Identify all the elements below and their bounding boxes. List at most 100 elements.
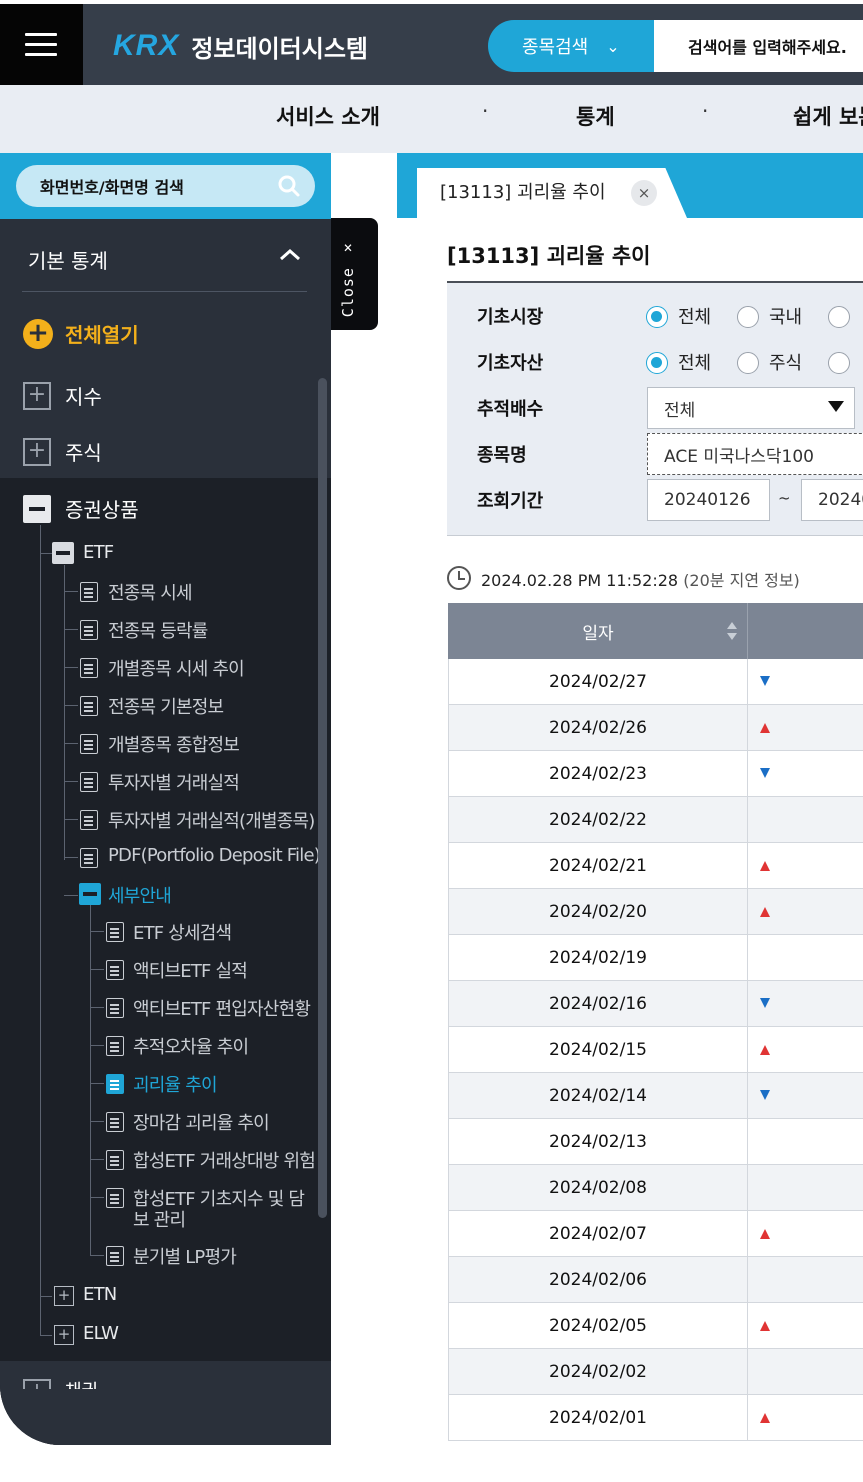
cell-date: 2024/02/19 bbox=[449, 935, 748, 980]
table-row[interactable]: 2024/02/20 bbox=[448, 889, 863, 935]
table-row[interactable]: 2024/02/05 bbox=[448, 1303, 863, 1349]
table-row[interactable]: 2024/02/21 bbox=[448, 843, 863, 889]
table-row[interactable]: 2024/02/26 bbox=[448, 705, 863, 751]
period-from-input[interactable]: 20240126 bbox=[647, 479, 770, 521]
menu-item-pdf[interactable]: PDF(Portfolio Deposit File) bbox=[108, 845, 321, 866]
plus-circle-icon[interactable]: + bbox=[23, 319, 53, 349]
hamburger-menu-button[interactable] bbox=[0, 4, 83, 85]
menu-item-investor-trading[interactable]: 투자자별 거래실적 bbox=[108, 769, 240, 795]
plus-box-icon[interactable]: + bbox=[23, 1379, 51, 1389]
period-to-input[interactable]: 20240228 bbox=[801, 479, 863, 521]
asset-option-stock[interactable]: 주식 bbox=[769, 349, 802, 375]
table-row[interactable]: 2024/02/13 bbox=[448, 1119, 863, 1165]
menu-item-bond[interactable]: 채권 bbox=[65, 1377, 98, 1389]
menu-item-stock[interactable]: 주식 bbox=[65, 437, 102, 466]
table-row[interactable]: 2024/02/14 bbox=[448, 1073, 863, 1119]
multiple-value: 전체 bbox=[664, 400, 696, 421]
minus-box-icon[interactable] bbox=[52, 542, 74, 564]
nav-item-statistics[interactable]: 통계 bbox=[576, 101, 615, 131]
open-all-button[interactable]: 전체열기 bbox=[65, 319, 139, 348]
table-row[interactable]: 2024/02/06 bbox=[448, 1257, 863, 1303]
triangle-down-icon bbox=[760, 1090, 770, 1100]
menu-item-quarterly-lp[interactable]: 분기별 LP평가 bbox=[133, 1243, 237, 1269]
sidebar-close-button[interactable]: Close × bbox=[331, 218, 378, 330]
column-header-date[interactable]: 일자 bbox=[448, 603, 748, 659]
tree-line bbox=[90, 931, 104, 932]
chevron-up-icon[interactable] bbox=[276, 241, 304, 269]
menu-item-price-trend[interactable]: 개별종목 시세 추이 bbox=[108, 655, 245, 681]
menu-item-active-etf-results[interactable]: 액티브ETF 실적 bbox=[133, 957, 248, 983]
asset-radio-all[interactable] bbox=[646, 352, 668, 374]
menu-item-securities[interactable]: 증권상품 bbox=[65, 494, 139, 523]
section-title[interactable]: 기본 통계 bbox=[28, 245, 108, 274]
table-row[interactable]: 2024/02/07 bbox=[448, 1211, 863, 1257]
document-icon bbox=[80, 696, 98, 716]
minus-box-icon[interactable] bbox=[23, 495, 51, 523]
plus-box-icon[interactable]: + bbox=[54, 1325, 74, 1345]
plus-box-icon[interactable]: + bbox=[54, 1286, 74, 1306]
plus-box-icon[interactable]: + bbox=[23, 438, 51, 466]
multiple-select[interactable]: 전체 bbox=[647, 387, 855, 429]
name-input[interactable]: ACE 미국나스닥100 bbox=[647, 433, 863, 475]
close-label: Close × bbox=[339, 238, 357, 318]
menu-item-disparity-trend[interactable]: 괴리율 추이 bbox=[133, 1071, 218, 1097]
market-option-all[interactable]: 전체 bbox=[678, 303, 711, 329]
market-radio-all[interactable] bbox=[646, 306, 668, 328]
sidebar-scrollbar[interactable] bbox=[318, 378, 327, 1218]
menu-item-etn[interactable]: ETN bbox=[83, 1284, 117, 1305]
menu-item-active-etf-holdings[interactable]: 액티브ETF 편입자산현황 bbox=[133, 995, 311, 1021]
asset-radio-stock[interactable] bbox=[737, 352, 759, 374]
menu-item-synthetic-collateral-cont[interactable]: 보 관리 bbox=[133, 1206, 186, 1232]
sort-icon[interactable] bbox=[725, 619, 739, 643]
menu-item-elw[interactable]: ELW bbox=[83, 1323, 119, 1344]
table-row[interactable]: 2024/02/23 bbox=[448, 751, 863, 797]
menu-item-synthetic-counterparty[interactable]: 합성ETF 거래상대방 위험 bbox=[133, 1147, 316, 1173]
screen-search-input[interactable]: 화면번호/화면명 검색 bbox=[16, 165, 315, 207]
plus-box-icon[interactable]: + bbox=[23, 382, 51, 410]
nav-item-service-intro[interactable]: 서비스 소개 bbox=[276, 101, 380, 131]
menu-item-closing-disparity[interactable]: 장마감 괴리율 추이 bbox=[133, 1109, 270, 1135]
global-search-input[interactable]: 검색어를 입력해주세요. bbox=[654, 20, 863, 72]
tree-line bbox=[90, 1121, 104, 1122]
minus-box-icon[interactable] bbox=[79, 883, 101, 905]
menu-item-investor-trading-single[interactable]: 투자자별 거래실적(개별종목) bbox=[108, 807, 315, 833]
tab-label[interactable]: [13113] 괴리율 추이 bbox=[440, 178, 606, 204]
search-type-select[interactable]: 종목검색 ⌄ bbox=[488, 20, 668, 72]
menu-item-etf-detail-search[interactable]: ETF 상세검색 bbox=[133, 919, 232, 945]
menu-item-all-change-rate[interactable]: 전종목 등락률 bbox=[108, 617, 208, 643]
table-row[interactable]: 2024/02/22 bbox=[448, 797, 863, 843]
tree-line bbox=[64, 705, 78, 706]
close-icon[interactable]: × bbox=[631, 180, 657, 206]
market-radio-domestic[interactable] bbox=[737, 306, 759, 328]
asset-label: 기초자산 bbox=[477, 353, 544, 374]
cell-date: 2024/02/26 bbox=[449, 705, 748, 750]
menu-item-etf[interactable]: ETF bbox=[83, 542, 114, 563]
cell-date: 2024/02/16 bbox=[449, 981, 748, 1026]
menu-item-basic-info[interactable]: 전종목 기본정보 bbox=[108, 693, 224, 719]
tree-line bbox=[64, 895, 78, 896]
table-row[interactable]: 2024/02/19 bbox=[448, 935, 863, 981]
table-row[interactable]: 2024/02/01 bbox=[448, 1395, 863, 1441]
table-row[interactable]: 2024/02/27 bbox=[448, 659, 863, 705]
krx-logo[interactable]: KRX 정보데이터시스템 bbox=[113, 24, 368, 68]
table-row[interactable]: 2024/02/15 bbox=[448, 1027, 863, 1073]
menu-item-index[interactable]: 지수 bbox=[65, 381, 102, 410]
menu-item-detail-guide[interactable]: 세부안내 bbox=[108, 882, 172, 908]
table-row[interactable]: 2024/02/08 bbox=[448, 1165, 863, 1211]
asset-option-all[interactable]: 전체 bbox=[678, 349, 711, 375]
menu-item-tracking-error[interactable]: 추적오차율 추이 bbox=[133, 1033, 249, 1059]
market-radio-overseas[interactable] bbox=[828, 306, 850, 328]
triangle-up-icon bbox=[760, 723, 770, 733]
menu-item-summary-info[interactable]: 개별종목 종합정보 bbox=[108, 731, 240, 757]
table-row[interactable]: 2024/02/02 bbox=[448, 1349, 863, 1395]
top-bar: KRX 정보데이터시스템 종목검색 ⌄ 검색어를 입력해주세요. bbox=[0, 4, 863, 85]
document-icon bbox=[106, 1036, 124, 1056]
asset-radio-bond[interactable] bbox=[828, 352, 850, 374]
nav-item-easy-view[interactable]: 쉽게 보는 bbox=[793, 101, 863, 131]
menu-item-all-prices[interactable]: 전종목 시세 bbox=[108, 579, 193, 605]
table-row[interactable]: 2024/02/16 bbox=[448, 981, 863, 1027]
search-icon[interactable] bbox=[277, 174, 301, 198]
menu-line-icon bbox=[25, 43, 57, 46]
market-option-domestic[interactable]: 국내 bbox=[769, 303, 802, 329]
cell-date: 2024/02/13 bbox=[449, 1119, 748, 1164]
